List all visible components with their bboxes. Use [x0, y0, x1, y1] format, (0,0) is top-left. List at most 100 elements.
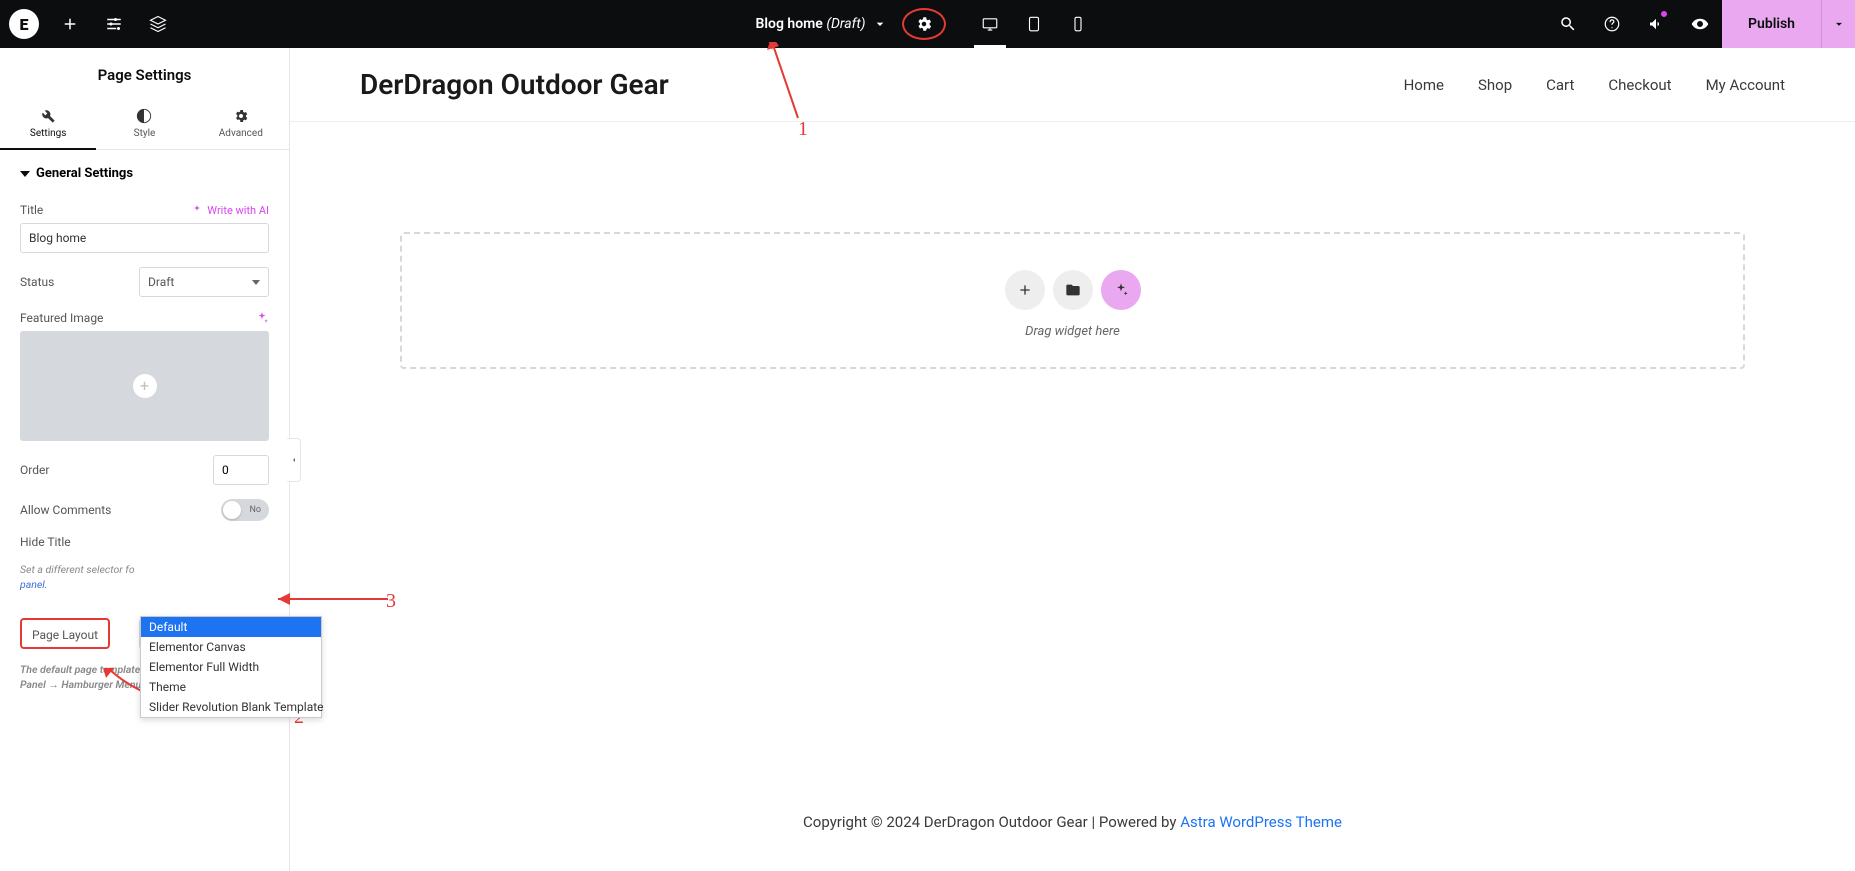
whats-new-button[interactable]: [1634, 0, 1678, 48]
dropzone-buttons: [1005, 270, 1141, 310]
finder-button[interactable]: [1546, 0, 1590, 48]
write-with-ai[interactable]: Write with AI: [191, 204, 269, 217]
control-status: Status Draft: [20, 267, 269, 297]
control-allow-comments: Allow Comments No: [20, 499, 269, 521]
settings-panel: Page Settings Settings Style Advanced Ge…: [0, 48, 290, 871]
add-section-button[interactable]: [1005, 270, 1045, 310]
site-title[interactable]: DerDragon Outdoor Gear: [360, 68, 669, 101]
help-button[interactable]: [1590, 0, 1634, 48]
comments-toggle[interactable]: No: [221, 499, 269, 521]
layout-label-highlight: Page Layout: [20, 618, 110, 649]
sparkle-icon: [1113, 282, 1129, 298]
topbar-right: Publish: [1546, 0, 1855, 48]
status-select[interactable]: Draft: [139, 267, 269, 297]
section-general-settings[interactable]: General Settings: [20, 150, 269, 191]
gear-icon: [915, 15, 933, 33]
empty-section-dropzone[interactable]: Drag widget here: [400, 232, 1745, 369]
control-hide-title: Hide Title Set a different selector fopa…: [20, 535, 269, 592]
publish-options-button[interactable]: [1821, 0, 1855, 48]
doc-status: (Draft): [826, 16, 865, 32]
device-tablet[interactable]: [1012, 0, 1056, 48]
topbar-center: Blog home (Draft): [756, 0, 1100, 48]
tab-label: Style: [134, 128, 156, 139]
nav-checkout[interactable]: Checkout: [1608, 76, 1671, 94]
layout-option-canvas[interactable]: Elementor Canvas: [141, 637, 321, 657]
responsive-devices: [968, 0, 1100, 48]
site-settings-button[interactable]: [92, 0, 136, 48]
add-element-button[interactable]: [48, 0, 92, 48]
footer-text: Copyright © 2024 DerDragon Outdoor Gear …: [803, 813, 1180, 831]
title-input[interactable]: [20, 223, 269, 253]
control-order: Order: [20, 455, 269, 485]
layout-option-slider-rev[interactable]: Slider Revolution Blank Template: [141, 697, 321, 717]
layout-option-default[interactable]: Default: [141, 617, 321, 637]
elementor-logo[interactable]: E: [0, 0, 48, 48]
topbar-left: E: [0, 0, 180, 48]
doc-name: Blog home: [756, 16, 823, 32]
panel-body: General Settings Title Write with AI Sta…: [0, 150, 289, 693]
page-settings-gear[interactable]: [902, 8, 946, 40]
order-label: Order: [20, 463, 49, 477]
order-input[interactable]: [213, 455, 269, 485]
hidetitle-label: Hide Title: [20, 535, 71, 549]
preview-button[interactable]: [1678, 0, 1722, 48]
wrench-icon: [40, 108, 56, 124]
publish-group: Publish: [1722, 0, 1855, 48]
title-label: Title: [20, 203, 43, 217]
device-mobile[interactable]: [1056, 0, 1100, 48]
chevron-down-icon[interactable]: [872, 16, 888, 32]
layout-option-theme[interactable]: Theme: [141, 677, 321, 697]
plus-icon: [1017, 282, 1033, 298]
gear-icon: [233, 108, 249, 124]
control-title: Title Write with AI: [20, 203, 269, 253]
sparkle-icon: [191, 204, 203, 216]
comments-label: Allow Comments: [20, 503, 111, 517]
tab-settings[interactable]: Settings: [0, 98, 96, 149]
layout-label: Page Layout: [32, 628, 98, 642]
featured-label: Featured Image: [20, 311, 103, 325]
chevron-left-icon: [290, 456, 298, 464]
tab-advanced[interactable]: Advanced: [193, 98, 289, 149]
dropzone-hint: Drag widget here: [1025, 324, 1120, 339]
hint-link[interactable]: panel.: [20, 578, 47, 591]
template-library-button[interactable]: [1053, 270, 1093, 310]
nav-account[interactable]: My Account: [1706, 76, 1785, 94]
site-header: DerDragon Outdoor Gear Home Shop Cart Ch…: [290, 48, 1855, 122]
caret-down-icon: [20, 171, 30, 177]
tab-label: Settings: [30, 128, 67, 139]
status-value: Draft: [148, 275, 174, 289]
nav-cart[interactable]: Cart: [1546, 76, 1574, 94]
layout-dropdown: Default Elementor Canvas Elementor Full …: [140, 616, 322, 718]
editor-canvas: DerDragon Outdoor Gear Home Shop Cart Ch…: [290, 48, 1855, 871]
status-label: Status: [20, 275, 54, 289]
sparkle-icon[interactable]: [255, 311, 269, 325]
tab-style[interactable]: Style: [96, 98, 192, 149]
half-circle-icon: [136, 108, 152, 124]
toggle-label: No: [249, 505, 261, 515]
tab-label: Advanced: [219, 128, 263, 139]
structure-button[interactable]: [136, 0, 180, 48]
panel-title: Page Settings: [0, 48, 289, 98]
layout-option-full-width[interactable]: Elementor Full Width: [141, 657, 321, 677]
nav-home[interactable]: Home: [1404, 76, 1444, 94]
editor-topbar: E Blog home (Draft) Publish: [0, 0, 1855, 48]
featured-image-picker[interactable]: +: [20, 331, 269, 441]
hidetitle-hint: Set a different selector fopanel.: [20, 563, 269, 592]
document-title[interactable]: Blog home (Draft): [756, 16, 866, 32]
notification-dot: [1660, 10, 1668, 18]
toggle-knob: [223, 501, 241, 519]
chevron-down-icon: [252, 280, 260, 285]
footer-theme-link[interactable]: Astra WordPress Theme: [1180, 813, 1342, 831]
nav-shop[interactable]: Shop: [1478, 76, 1512, 94]
publish-button[interactable]: Publish: [1722, 0, 1821, 48]
ai-build-button[interactable]: [1101, 270, 1141, 310]
device-desktop[interactable]: [968, 0, 1012, 48]
folder-icon: [1065, 282, 1081, 298]
ai-label: Write with AI: [207, 204, 269, 217]
section-title: General Settings: [36, 166, 133, 181]
site-nav: Home Shop Cart Checkout My Account: [1404, 76, 1785, 94]
panel-collapse-handle[interactable]: [287, 438, 301, 482]
control-featured-image: Featured Image +: [20, 311, 269, 441]
site-footer: Copyright © 2024 DerDragon Outdoor Gear …: [290, 813, 1855, 831]
main-layout: Page Settings Settings Style Advanced Ge…: [0, 48, 1855, 871]
